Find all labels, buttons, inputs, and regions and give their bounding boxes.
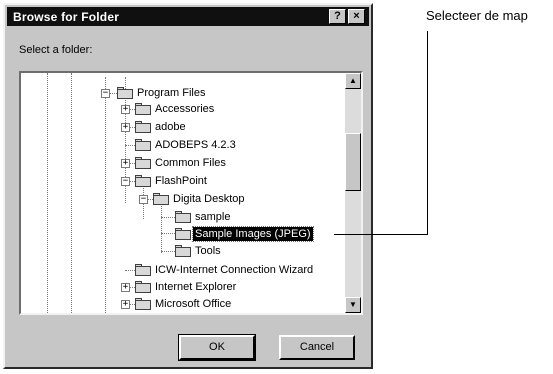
- callout-leader-vertical: [427, 31, 428, 235]
- vertical-scrollbar[interactable]: ▲ ▼: [345, 73, 361, 313]
- folder-icon: [175, 211, 191, 223]
- tree-item-label: Microsoft Office: [155, 298, 232, 310]
- ok-button[interactable]: OK: [178, 334, 256, 361]
- scroll-thumb[interactable]: [345, 133, 361, 191]
- folder-icon: [117, 87, 133, 99]
- tree-line: [105, 77, 106, 313]
- folder-icon: [135, 175, 151, 187]
- tree-item-label: Accessories: [155, 103, 215, 115]
- tree-item-label: FlashPoint: [155, 175, 207, 187]
- tree-line: [161, 217, 175, 218]
- tree-line: [161, 199, 162, 253]
- open-folder-icon: [175, 228, 191, 240]
- folder-icon: [135, 157, 151, 169]
- folder-icon: [135, 139, 151, 151]
- tree-item-label: Program Files: [137, 87, 206, 99]
- tree-item-label: adobe: [155, 121, 186, 133]
- collapse-icon[interactable]: −: [101, 89, 110, 98]
- folder-icon: [135, 281, 151, 293]
- expand-icon[interactable]: +: [121, 105, 130, 114]
- tree-item-label: ADOBEPS 4.2.3: [155, 139, 236, 151]
- cancel-button[interactable]: Cancel: [279, 335, 355, 360]
- tree-item-label: Internet Explorer: [155, 281, 237, 293]
- callout-label: Selecteer de map: [426, 8, 528, 23]
- dialog-title: Browse for Folder: [13, 9, 120, 24]
- tree-line: [161, 233, 175, 234]
- tree-item-label: Tools: [195, 245, 221, 257]
- expand-icon[interactable]: +: [121, 159, 130, 168]
- folder-icon: [135, 121, 151, 133]
- expand-icon[interactable]: +: [121, 300, 130, 309]
- folder-icon: [135, 298, 151, 310]
- tree-line: [71, 73, 72, 313]
- tree-line: [161, 251, 175, 252]
- tree-item-label-selected: Sample Images (JPEG): [192, 226, 314, 242]
- expand-icon[interactable]: +: [121, 123, 130, 132]
- tree-item-label: Common Files: [155, 157, 226, 169]
- tree-item-label: ICW-Internet Connection Wizard: [155, 264, 314, 276]
- folder-icon: [153, 193, 169, 205]
- folder-icon: [175, 245, 191, 257]
- browse-for-folder-dialog: Browse for Folder ? × Select a folder: −…: [3, 3, 373, 369]
- close-button[interactable]: ×: [348, 9, 365, 24]
- collapse-icon[interactable]: −: [121, 177, 130, 186]
- folder-icon: [135, 103, 151, 115]
- scroll-up-arrow-icon[interactable]: ▲: [345, 73, 361, 89]
- callout-leader-horizontal: [334, 234, 428, 235]
- select-folder-prompt: Select a folder:: [19, 44, 93, 56]
- title-bar: Browse for Folder ? ×: [7, 7, 369, 26]
- tree-item-label: Digita Desktop: [173, 193, 245, 205]
- collapse-icon[interactable]: −: [139, 195, 148, 204]
- scroll-down-arrow-icon[interactable]: ▼: [345, 297, 361, 313]
- folder-icon: [135, 264, 151, 276]
- tree-line: [47, 73, 48, 313]
- tree-item-label: sample: [195, 211, 231, 223]
- folder-tree[interactable]: − Program Files + Accessories + adobe AD…: [19, 71, 363, 315]
- help-button[interactable]: ?: [329, 9, 346, 24]
- expand-icon[interactable]: +: [121, 283, 130, 292]
